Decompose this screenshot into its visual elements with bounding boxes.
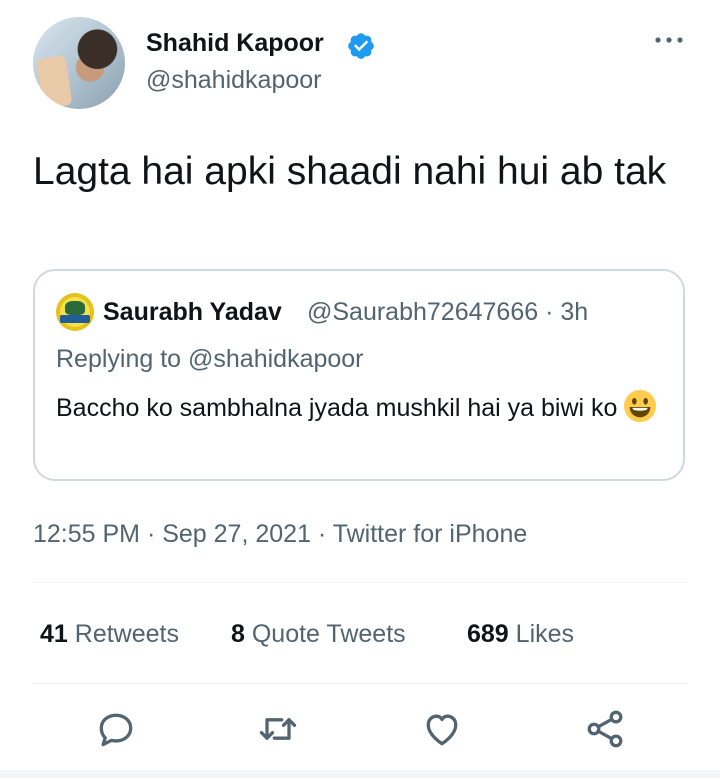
more-options-icon[interactable]: [652, 30, 686, 50]
quoted-tweet-text: Baccho ko sambhalna jyada mushkil hai ya…: [56, 388, 666, 428]
reply-icon[interactable]: [94, 707, 138, 751]
likes-count: 689: [467, 620, 509, 648]
quote-tweets-count: 8: [231, 620, 245, 648]
quoted-author-avatar[interactable]: [56, 293, 94, 331]
retweet-icon[interactable]: [256, 707, 300, 751]
meta-separator: ·: [538, 298, 561, 326]
divider: [33, 582, 687, 583]
divider: [33, 683, 687, 684]
author-handle[interactable]: @shahidkapoor: [146, 66, 322, 95]
quoted-text-content: Baccho ko sambhalna jyada mushkil hai ya…: [56, 394, 618, 422]
retweets-label: Retweets: [67, 620, 179, 648]
likes-stat[interactable]: 689 Likes: [467, 620, 574, 649]
replying-to: Replying to @shahidkapoor: [56, 345, 364, 373]
quote-tweets-stat[interactable]: 8 Quote Tweets: [231, 620, 406, 649]
retweets-stat[interactable]: 41 Retweets: [40, 620, 179, 649]
quoted-author-meta: @Saurabh72647666 · 3h: [307, 298, 588, 327]
quoted-author-handle[interactable]: @Saurabh72647666: [307, 298, 538, 326]
grinning-face-emoji-icon: [624, 389, 657, 423]
verified-badge-icon: [348, 33, 374, 59]
quote-tweets-label: Quote Tweets: [244, 620, 406, 648]
quoted-time-ago: 3h: [560, 298, 589, 326]
quoted-author-name[interactable]: Saurabh Yadav: [103, 298, 282, 327]
likes-label: Likes: [508, 620, 575, 648]
like-icon[interactable]: [420, 707, 464, 751]
tweet-text: Lagta hai apki shaadi nahi hui ab tak: [33, 150, 667, 193]
share-icon[interactable]: [583, 707, 627, 751]
author-name[interactable]: Shahid Kapoor: [146, 29, 324, 58]
author-avatar[interactable]: [33, 17, 125, 109]
tweet-timestamp[interactable]: 12:55 PM · Sep 27, 2021 · Twitter for iP…: [33, 520, 527, 549]
bottom-divider: [0, 770, 720, 778]
retweets-count: 41: [40, 620, 68, 648]
